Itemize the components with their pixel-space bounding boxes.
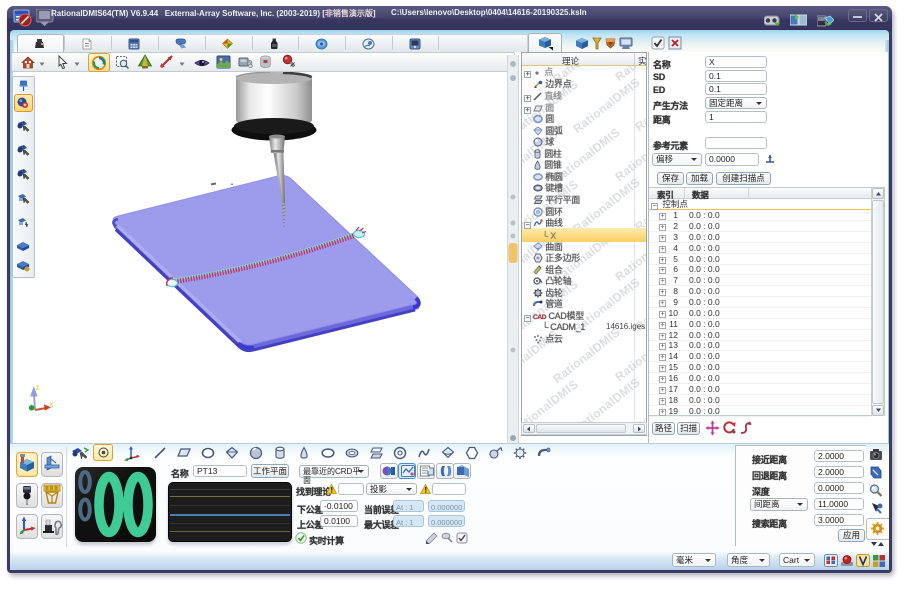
svg-text:z: z bbox=[36, 383, 40, 392]
svg-text:x: x bbox=[49, 400, 54, 409]
